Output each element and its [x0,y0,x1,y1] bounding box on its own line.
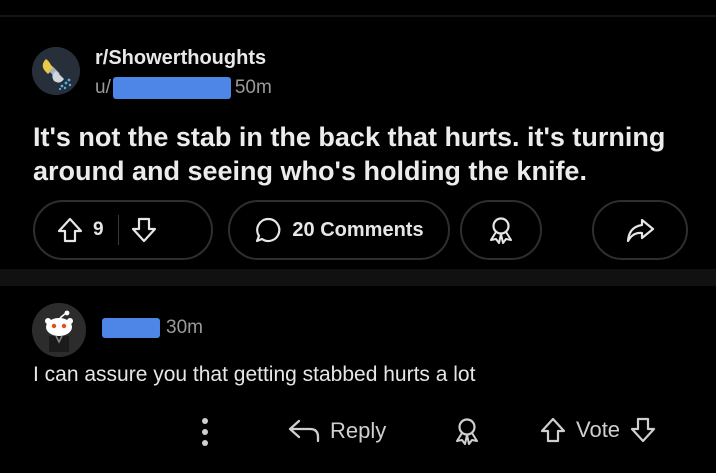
comment-body: I can assure you that getting stabbed hu… [33,363,476,386]
share-button[interactable] [592,200,688,260]
subreddit-avatar[interactable] [32,47,80,95]
upvote-icon[interactable] [57,216,83,244]
comments-label: 20 Comments [292,218,424,241]
author-prefix: u/ [95,77,111,98]
subreddit-name[interactable]: r/Showerthoughts [95,47,266,70]
comment-actions: Reply Vote [0,412,716,456]
upvote-icon[interactable] [540,416,566,444]
reply-button[interactable]: Reply [286,416,386,446]
vote-separator [117,215,119,245]
section-divider [0,269,716,286]
post-title[interactable]: It's not the stab in the back that hurts… [33,120,683,188]
showerhead-lightbulb-icon [32,47,80,95]
vote-label: Vote [576,417,621,442]
comment-age: 30m [166,317,203,338]
upvote-count: 9 [93,219,104,240]
comment-meta: 30m [102,317,203,339]
share-icon [625,216,655,244]
comment-bubble-icon [254,216,282,244]
redacted-username [112,77,231,99]
award-icon [486,215,516,245]
award-icon [452,416,482,446]
comments-button[interactable]: 20 Comments [228,200,450,260]
post-age: 50m [234,77,272,98]
more-options-icon[interactable] [198,414,212,450]
post-author-line: u/ 50m [95,77,272,99]
comment-award-button[interactable] [452,416,482,446]
downvote-icon[interactable] [630,416,656,444]
commenter-avatar[interactable] [32,303,86,357]
redacted-commenter [102,318,160,338]
vote-control: 9 [33,200,213,260]
reply-label: Reply [330,418,387,443]
award-button[interactable] [460,200,542,260]
reply-icon [286,416,322,446]
comment-vote-control: Vote [540,416,656,444]
downvote-icon[interactable] [131,216,157,244]
snoo-avatar-icon [32,303,86,357]
